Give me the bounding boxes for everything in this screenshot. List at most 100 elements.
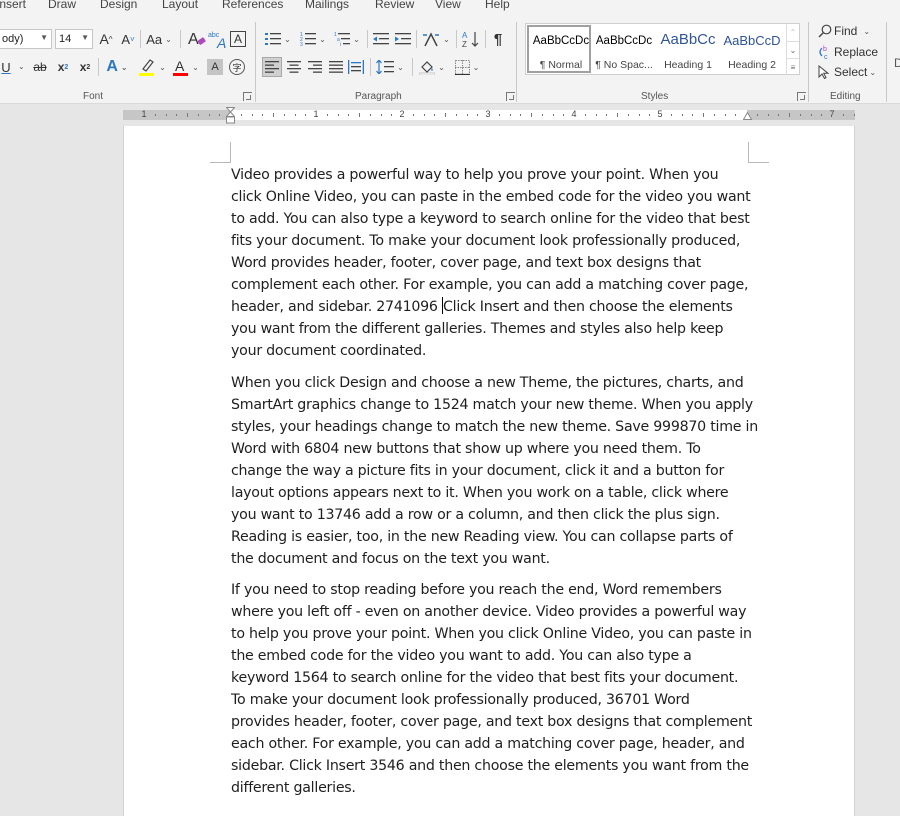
gallery-more-icon[interactable]: ≡ — [786, 58, 799, 75]
text-line: sidebar. Click Insert 3546 and then choo… — [231, 758, 749, 774]
right-indent-marker-icon[interactable] — [743, 112, 752, 120]
highlight-color-button[interactable]: ⌄ — [137, 57, 167, 77]
tab-help[interactable]: Help — [485, 0, 510, 11]
character-border-button[interactable]: A — [230, 31, 246, 47]
document-body[interactable]: Video provides a powerful way to help yo… — [231, 164, 758, 809]
tab-mailings[interactable]: Mailings — [305, 0, 349, 11]
replace-button[interactable]: b c Replace — [817, 43, 878, 61]
editing-group-label: Editing — [830, 91, 861, 102]
grow-font-button[interactable]: A ^ — [96, 30, 116, 48]
ruler-tick — [391, 114, 392, 116]
ruler-tick — [166, 114, 167, 116]
superscript-button[interactable]: x2 — [77, 58, 93, 76]
find-button[interactable]: Find ⌄ — [818, 22, 870, 40]
ruler-tick — [531, 113, 532, 117]
ribbon-tabs: Insert Draw Design Layout References Mai… — [0, 0, 900, 16]
enclose-characters-button[interactable]: 字 — [229, 59, 245, 75]
text-line: provides header, footer, cover page, and… — [231, 714, 753, 730]
align-right-button[interactable] — [306, 57, 324, 77]
multilevel-list-button[interactable]: 1 a i ⌄ — [331, 30, 363, 48]
distributed-button[interactable] — [347, 57, 365, 77]
cursor-arrow-icon — [818, 65, 830, 79]
style-no-spacing[interactable]: AaBbCcDc ¶ No Spac... — [592, 25, 656, 73]
svg-text:b: b — [823, 46, 827, 53]
text-line: to add. You can also type a keyword to s… — [231, 211, 750, 227]
numbering-icon: 1 2 3 — [300, 32, 317, 46]
overflow-group-button[interactable]: D — [894, 56, 900, 70]
paragraph-dialog-launcher-icon[interactable] — [506, 92, 515, 101]
subscript-button[interactable]: x2 — [55, 58, 71, 76]
change-case-button[interactable]: Aa ⌄ — [145, 30, 173, 48]
style-heading-2[interactable]: AaBbCcD Heading 2 — [720, 25, 784, 73]
paragraph-2[interactable]: When you click Design and choose a new T… — [231, 372, 758, 570]
align-left-button[interactable] — [262, 57, 282, 77]
phonetic-guide-button[interactable]: abc A — [208, 29, 230, 49]
borders-button[interactable]: ⌄ — [451, 57, 483, 77]
font-size-combo[interactable]: 14 ▼ — [55, 29, 93, 49]
chevron-down-icon[interactable]: ⌄ — [18, 62, 25, 71]
tab-references[interactable]: References — [222, 0, 283, 11]
ruler-tick — [477, 114, 478, 116]
underline-button[interactable]: U — [0, 58, 13, 76]
paragraph-1[interactable]: Video provides a powerful way to help yo… — [231, 164, 751, 362]
ruler-tick — [155, 114, 156, 116]
tab-draw[interactable]: Draw — [48, 0, 76, 11]
styles-group-label: Styles — [641, 91, 669, 102]
style-normal[interactable]: AaBbCcDc ¶ Normal — [527, 25, 591, 73]
ruler-tick — [434, 114, 435, 116]
clear-formatting-button[interactable]: A — [186, 29, 208, 49]
tab-insert[interactable]: Insert — [0, 0, 26, 11]
show-formatting-marks-button[interactable]: ¶ — [489, 29, 507, 49]
bullets-button[interactable]: ⌄ — [262, 30, 294, 48]
horizontal-ruler[interactable]: 1 1 2 3 4 5 7 — [123, 107, 855, 124]
shrink-font-button[interactable]: A ˅ — [118, 30, 138, 48]
chevron-down-icon[interactable]: ▼ — [81, 33, 89, 42]
strikethrough-icon: ab — [33, 60, 47, 74]
ruler-number: 1 — [313, 109, 319, 119]
style-name: ¶ No Spac... — [595, 59, 653, 71]
multilevel-list-icon: 1 a i — [334, 32, 351, 46]
text-line: Video provides a powerful way to help yo… — [231, 167, 719, 183]
text-line: fits your document. To make your documen… — [231, 233, 741, 249]
tab-design[interactable]: Design — [100, 0, 137, 11]
shading-button[interactable]: ⌄ — [417, 57, 447, 77]
sort-button[interactable]: A Z — [461, 29, 481, 49]
text-line: the embed code for the video you want to… — [231, 648, 692, 664]
styles-dialog-launcher-icon[interactable] — [797, 92, 806, 101]
svg-text:A: A — [216, 35, 226, 49]
numbering-button[interactable]: 1 2 3 ⌄ — [297, 30, 329, 48]
character-shading-button[interactable]: A — [207, 59, 223, 75]
align-center-button[interactable] — [285, 57, 303, 77]
font-name-combo[interactable]: ody) ▼ — [0, 29, 52, 49]
line-spacing-button[interactable]: ⌄ — [375, 57, 405, 77]
tab-layout[interactable]: Layout — [162, 0, 198, 11]
gallery-scroll-down-icon[interactable]: ⌄ — [786, 41, 799, 58]
decrease-indent-button[interactable] — [372, 30, 390, 48]
paragraph-3[interactable]: If you need to stop reading before you r… — [231, 579, 753, 799]
style-sample: AaBbCcDc — [595, 35, 653, 47]
gallery-scroll-up-icon[interactable]: ⌃ — [786, 24, 799, 41]
justify-button[interactable] — [327, 57, 345, 77]
underline-icon: U — [1, 59, 11, 75]
ruler-tick — [424, 114, 425, 116]
select-button[interactable]: Select ⌄ — [818, 63, 876, 81]
left-indent-marker-icon[interactable] — [226, 107, 235, 125]
tab-review[interactable]: Review — [375, 0, 414, 11]
ruler-right-margin — [747, 110, 855, 120]
increase-indent-button[interactable] — [394, 30, 412, 48]
highlighter-icon — [139, 59, 155, 76]
document-page[interactable]: Video provides a powerful way to help yo… — [124, 126, 854, 816]
font-dialog-launcher-icon[interactable] — [243, 92, 252, 101]
tab-view[interactable]: View — [435, 0, 461, 11]
font-color-button[interactable]: A ⌄ — [172, 57, 200, 77]
margin-corner-mark — [210, 142, 231, 163]
ruler-tick — [445, 113, 446, 117]
chevron-down-icon[interactable]: ▼ — [40, 33, 48, 42]
ruler-number: 7 — [829, 109, 835, 119]
character-spacing-button[interactable]: ⌄ — [421, 29, 451, 49]
ruler-tick — [703, 113, 704, 117]
style-heading-1[interactable]: AaBbCc Heading 1 — [656, 25, 720, 73]
distributed-icon — [348, 60, 364, 74]
text-effects-button[interactable]: A ⌄ — [103, 58, 131, 76]
strikethrough-button[interactable]: ab — [31, 58, 49, 76]
